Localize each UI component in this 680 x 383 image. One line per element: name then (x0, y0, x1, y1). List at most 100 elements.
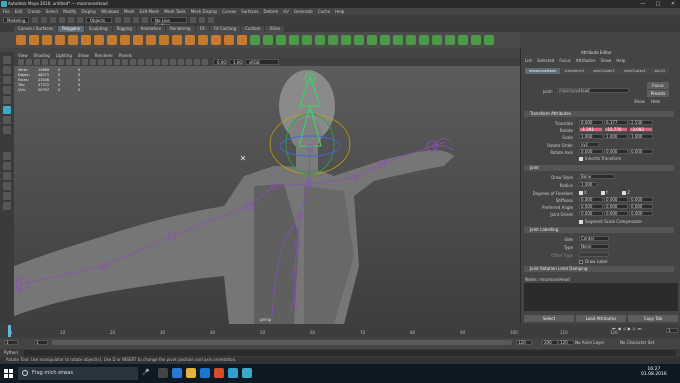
paint-select-icon[interactable] (3, 76, 11, 84)
outliner-layout-icon[interactable] (3, 192, 11, 200)
select-object-icon[interactable] (77, 17, 83, 23)
menu-generate[interactable]: Generate (294, 9, 313, 14)
node-tab[interactable]: missmonsHead (525, 68, 560, 74)
plane-icon[interactable] (81, 35, 91, 45)
shelf-tab-rendering[interactable]: Rendering (166, 25, 195, 32)
textured-icon[interactable] (122, 59, 128, 65)
load-attributes-button[interactable]: Load Attributes (576, 315, 626, 322)
combine-icon[interactable] (250, 35, 260, 45)
viewport-menu-view[interactable]: View (18, 53, 28, 58)
shelf-tab-polygons[interactable]: Polygons (58, 25, 84, 32)
lasso-tool-icon[interactable] (3, 66, 11, 74)
edge-browser-icon[interactable] (172, 368, 182, 378)
menu-uv[interactable]: UV (283, 9, 289, 14)
draw-style-dropdown[interactable]: Bone (579, 174, 615, 179)
viewport-menu-renderer[interactable]: Renderer (95, 53, 113, 58)
exposure-field[interactable]: 0.00 (213, 59, 227, 65)
preferred-angle-z-field[interactable]: 0.000 (629, 204, 653, 209)
radius-field[interactable]: 1.000 (579, 182, 597, 187)
menu-create[interactable]: Create (27, 9, 40, 14)
safe-title-icon[interactable] (98, 59, 104, 65)
bevel-icon[interactable] (341, 35, 351, 45)
rotate-axis-x-field[interactable]: 0.000 (579, 149, 603, 154)
pipe-icon[interactable] (146, 35, 156, 45)
go-to-end-icon[interactable]: ⏭ (638, 326, 642, 331)
svg-icon[interactable] (224, 35, 234, 45)
show-label[interactable]: Show (634, 99, 645, 104)
bridge-icon[interactable] (328, 35, 338, 45)
perspective-viewport[interactable]: persp (14, 66, 520, 324)
range-bar[interactable] (52, 340, 512, 345)
shelf-tab-sculpting[interactable]: Sculpting (84, 25, 112, 32)
play-forward-icon[interactable]: ▶ (628, 326, 631, 331)
time-slider[interactable]: 1 10 20 30 40 50 60 70 80 90 100 110 120 ⏮ ◀ ◁ ▶ ▷ ⏭… (0, 324, 680, 338)
field-chart-icon[interactable] (82, 59, 88, 65)
play-back-icon[interactable]: ◁ (623, 326, 626, 331)
stiffness-y-field[interactable]: 0.000 (604, 197, 628, 202)
separate-icon[interactable] (263, 35, 273, 45)
step-forward-icon[interactable]: ▷ (633, 326, 636, 331)
character-set-dropdown[interactable]: No Character Set (620, 340, 654, 345)
select-hierarchy-icon[interactable] (68, 17, 74, 23)
transform-rotate-z-field[interactable]: -3.092 (629, 127, 653, 132)
resolution-gate-icon[interactable] (66, 59, 72, 65)
platonic-icon[interactable] (107, 35, 117, 45)
shadows-icon[interactable] (138, 59, 144, 65)
playback-start-field[interactable]: 1 (34, 340, 48, 345)
playback-end-field[interactable]: 120 (516, 340, 532, 345)
save-icon[interactable] (41, 17, 47, 23)
minimize-button[interactable]: — (636, 0, 650, 8)
viewport-menu-shading[interactable]: Shading (34, 53, 50, 58)
copy-tab-button[interactable]: Copy Tab (628, 315, 678, 322)
presets-button[interactable]: Presets (647, 90, 669, 97)
shelf-tab-custom[interactable]: Custom (241, 25, 265, 32)
camera-icon[interactable] (18, 59, 24, 65)
scale-tool-icon[interactable] (3, 116, 11, 124)
rotate-order-dropdown[interactable]: xyz (579, 142, 599, 147)
notes-textarea[interactable] (524, 283, 678, 311)
maximize-button[interactable]: □ (651, 0, 665, 8)
joint-section-header[interactable]: Joint (524, 165, 674, 171)
node-tab[interactable]: transform1 (560, 68, 589, 74)
rotation-limit-header[interactable]: Joint Rotation Limit Damping (524, 266, 674, 272)
sphere-icon[interactable] (16, 35, 26, 45)
shelf-tab-fx[interactable]: FX (195, 25, 209, 32)
joint-orient-z-field[interactable]: 0.000 (629, 211, 653, 216)
preferred-angle-x-field[interactable]: 0.000 (579, 204, 603, 209)
stiffness-x-field[interactable]: 0.000 (579, 197, 603, 202)
transform-rotate-y-field[interactable]: -15.770 (604, 127, 628, 132)
menu-modify[interactable]: Modify (63, 9, 76, 14)
image-plane-icon[interactable] (42, 59, 48, 65)
menu-file[interactable]: File (3, 9, 10, 14)
motion-blur-icon[interactable] (154, 59, 160, 65)
command-language-label[interactable]: Python (4, 350, 18, 355)
extrude-icon[interactable] (315, 35, 325, 45)
torus-icon[interactable] (68, 35, 78, 45)
select-tool-icon[interactable] (3, 56, 11, 64)
grid-icon[interactable] (50, 59, 56, 65)
shelf-tab-curves-surfaces[interactable]: Curves / Surfaces (14, 25, 58, 32)
segment-scale-checkbox[interactable] (579, 219, 583, 224)
clock[interactable]: 16:27 01.08.2016 (641, 367, 667, 377)
focus-button[interactable]: Focus (647, 82, 669, 89)
menu-curves[interactable]: Curves (222, 9, 236, 14)
ae-menu-focus[interactable]: Focus (559, 58, 570, 63)
preferred-angle-y-field[interactable]: 0.000 (604, 204, 628, 209)
cylinder-icon[interactable] (42, 35, 52, 45)
node-tab[interactable]: skinCl (650, 68, 670, 74)
edge-loop-icon[interactable] (406, 35, 416, 45)
soccer-ball-icon[interactable] (185, 35, 195, 45)
shelf-tab-rigging[interactable]: Rigging (112, 25, 136, 32)
menu-help[interactable]: Help (335, 9, 344, 14)
transform-translate-y-field[interactable]: 6.377 (604, 120, 628, 125)
cube-icon[interactable] (29, 35, 39, 45)
firefox-icon[interactable] (214, 368, 224, 378)
transform-rotate-x-field[interactable]: -1.291 (579, 127, 603, 132)
menu-set-dropdown[interactable]: Modeling (3, 17, 29, 23)
menu-windows[interactable]: Windows (101, 9, 119, 14)
xray-joints-icon[interactable] (194, 59, 200, 65)
single-perspective-layout-icon[interactable] (3, 152, 11, 160)
transform-scale-x-field[interactable]: 1.000 (579, 134, 603, 139)
menu-select[interactable]: Select (46, 9, 58, 14)
bookmark-icon[interactable] (34, 59, 40, 65)
